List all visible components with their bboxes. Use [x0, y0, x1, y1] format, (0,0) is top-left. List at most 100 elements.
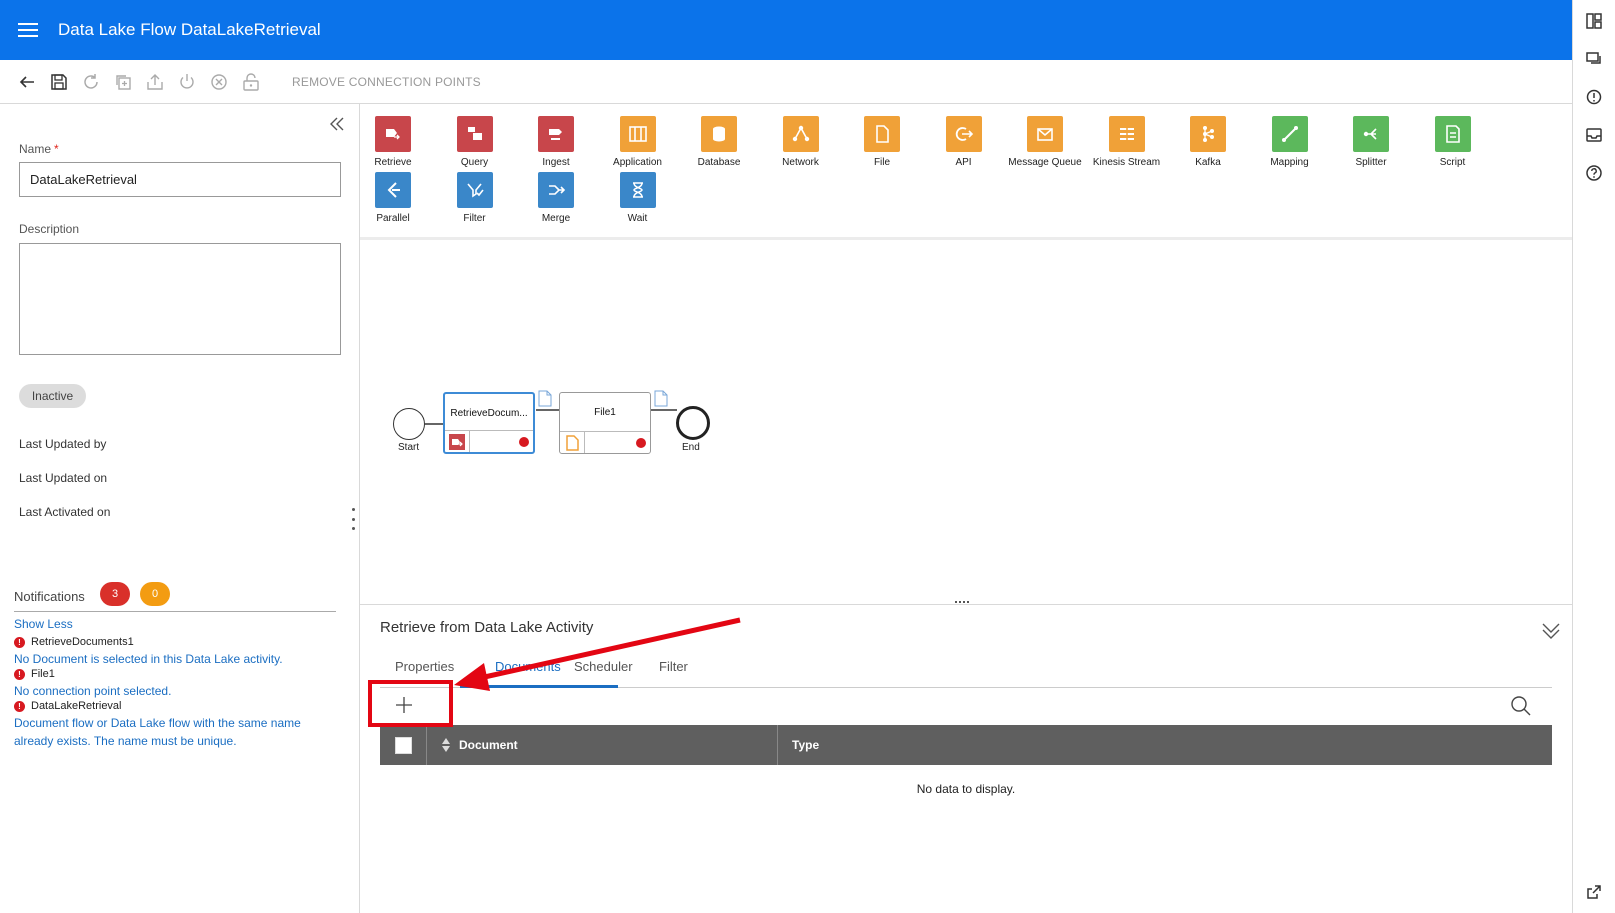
toolbar: REMOVE CONNECTION POINTS	[0, 60, 1572, 104]
filter-icon	[456, 172, 493, 208]
palette-item-retrieve[interactable]: Retrieve	[353, 116, 433, 168]
palette-item-api[interactable]: API	[924, 116, 1004, 168]
palette-item-database[interactable]: Database	[679, 116, 759, 168]
inbox-icon[interactable]	[1585, 126, 1603, 144]
description-input[interactable]	[19, 243, 341, 355]
palette-item-label: Parallel	[376, 213, 410, 224]
activity-file1[interactable]: File1	[559, 392, 651, 454]
notification-message[interactable]: No Document is selected in this Data Lak…	[14, 650, 334, 668]
palette-item-label: Kinesis Stream	[1092, 157, 1161, 168]
app-root: Data Lake Flow DataLakeRetrieval REMOVE …	[0, 0, 1615, 913]
collapse-details-icon[interactable]	[1540, 619, 1562, 641]
ingest-icon	[538, 116, 574, 152]
kinesis-stream-icon	[1108, 116, 1145, 152]
script-icon	[1434, 116, 1471, 152]
palette-item-label: Network	[782, 157, 819, 168]
connector-line	[536, 409, 560, 411]
palette-item-file[interactable]: File	[842, 116, 922, 168]
show-less-link[interactable]: Show Less	[14, 617, 73, 631]
message-queue-icon	[1027, 116, 1063, 152]
palette-item-splitter[interactable]: Splitter	[1331, 116, 1411, 168]
hamburger-menu-icon[interactable]	[18, 23, 38, 37]
palette-item-query[interactable]: Query	[435, 116, 515, 168]
mapping-icon	[1271, 116, 1308, 152]
export-icon[interactable]	[144, 71, 166, 93]
select-all-checkbox[interactable]	[395, 737, 412, 754]
notification-message[interactable]: No connection point selected.	[14, 682, 334, 700]
notification-message[interactable]: Document flow or Data Lake flow with the…	[14, 714, 334, 750]
documents-table-header: Document Type	[380, 725, 1552, 765]
panel-resize-handle[interactable]	[351, 508, 355, 530]
palette-item-label: Splitter	[1355, 157, 1387, 168]
end-node[interactable]	[676, 406, 710, 440]
remove-connection-points-button[interactable]: REMOVE CONNECTION POINTS	[292, 75, 481, 89]
palette-item-label: Merge	[541, 213, 571, 224]
api-icon	[945, 116, 982, 152]
palette-item-parallel[interactable]: Parallel	[353, 172, 433, 224]
sort-icon[interactable]	[441, 737, 451, 753]
palette-item-merge[interactable]: Merge	[516, 172, 596, 224]
required-marker: *	[54, 142, 59, 156]
palette-item-application[interactable]: Application	[598, 116, 678, 168]
palette-item-script[interactable]: Script	[1413, 116, 1493, 168]
duplicate-icon[interactable]	[112, 71, 134, 93]
palette-item-label: Wait	[627, 213, 648, 224]
back-arrow-icon[interactable]	[16, 71, 38, 93]
connector-line	[651, 409, 677, 411]
flow-canvas[interactable]: Start RetrieveDocum... File1 End	[360, 240, 1572, 604]
error-icon: !	[14, 668, 25, 680]
kafka-icon	[1190, 116, 1226, 152]
palette-item-network[interactable]: Network	[761, 116, 841, 168]
power-icon[interactable]	[176, 71, 198, 93]
document-icon[interactable]	[654, 390, 668, 407]
palette-item-filter[interactable]: Filter	[435, 172, 515, 224]
splitter-icon	[1353, 116, 1389, 152]
activity-palette: Retrieve Query Ingest Application Database Ne…	[360, 104, 1572, 240]
help-icon[interactable]	[1585, 164, 1603, 182]
activity-retrieve-documents[interactable]: RetrieveDocum...	[443, 392, 535, 454]
feedback-icon[interactable]	[1585, 88, 1603, 106]
palette-item-label: Message Queue	[1008, 157, 1082, 168]
name-input[interactable]	[19, 162, 341, 197]
database-icon	[701, 116, 737, 152]
error-count-badge[interactable]: 3	[100, 582, 130, 606]
palette-item-wait[interactable]: Wait	[598, 172, 678, 224]
chat-icon[interactable]	[1585, 50, 1603, 68]
description-label: Description	[19, 222, 80, 236]
empty-table-message: No data to display.	[916, 782, 1016, 796]
cancel-circle-icon[interactable]	[208, 71, 230, 93]
column-type[interactable]: Type	[792, 738, 819, 752]
annotation-arrow-icon	[454, 617, 741, 691]
external-link-icon[interactable]	[1585, 883, 1603, 901]
notifications-title: Notifications	[14, 589, 85, 604]
collapse-panel-icon[interactable]	[326, 114, 346, 134]
palette-item-label: API	[955, 157, 972, 168]
notification-source: ! File1	[14, 668, 55, 680]
notifications-divider	[14, 611, 336, 612]
last-updated-on-label: Last Updated on	[19, 471, 108, 485]
save-icon[interactable]	[48, 71, 70, 93]
app-header: Data Lake Flow DataLakeRetrieval	[0, 0, 1572, 60]
start-node[interactable]	[393, 408, 425, 440]
retrieve-icon	[375, 116, 411, 152]
end-label: End	[682, 442, 700, 453]
notification-source: ! RetrieveDocuments1	[14, 636, 134, 648]
refresh-icon[interactable]	[80, 71, 102, 93]
name-label: Name *	[19, 142, 59, 156]
palette-item-kinesis-stream[interactable]: Kinesis Stream	[1087, 116, 1167, 168]
document-icon[interactable]	[538, 390, 552, 407]
palette-item-mapping[interactable]: Mapping	[1250, 116, 1330, 168]
activity-name: RetrieveDocum...	[450, 407, 528, 419]
warning-count-badge[interactable]: 0	[140, 582, 170, 606]
panel-splitter-handle[interactable]	[955, 601, 969, 603]
palette-item-message-queue[interactable]: Message Queue	[1005, 116, 1085, 168]
palette-item-ingest[interactable]: Ingest	[516, 116, 596, 168]
layout-icon[interactable]	[1585, 12, 1603, 30]
start-label: Start	[398, 442, 420, 453]
activity-name: File1	[594, 406, 616, 418]
unlock-icon[interactable]	[240, 71, 262, 93]
palette-item-kafka[interactable]: Kafka	[1168, 116, 1248, 168]
palette-item-label: Database	[697, 157, 741, 168]
column-document[interactable]: Document	[459, 738, 518, 752]
search-icon[interactable]	[1510, 695, 1532, 717]
